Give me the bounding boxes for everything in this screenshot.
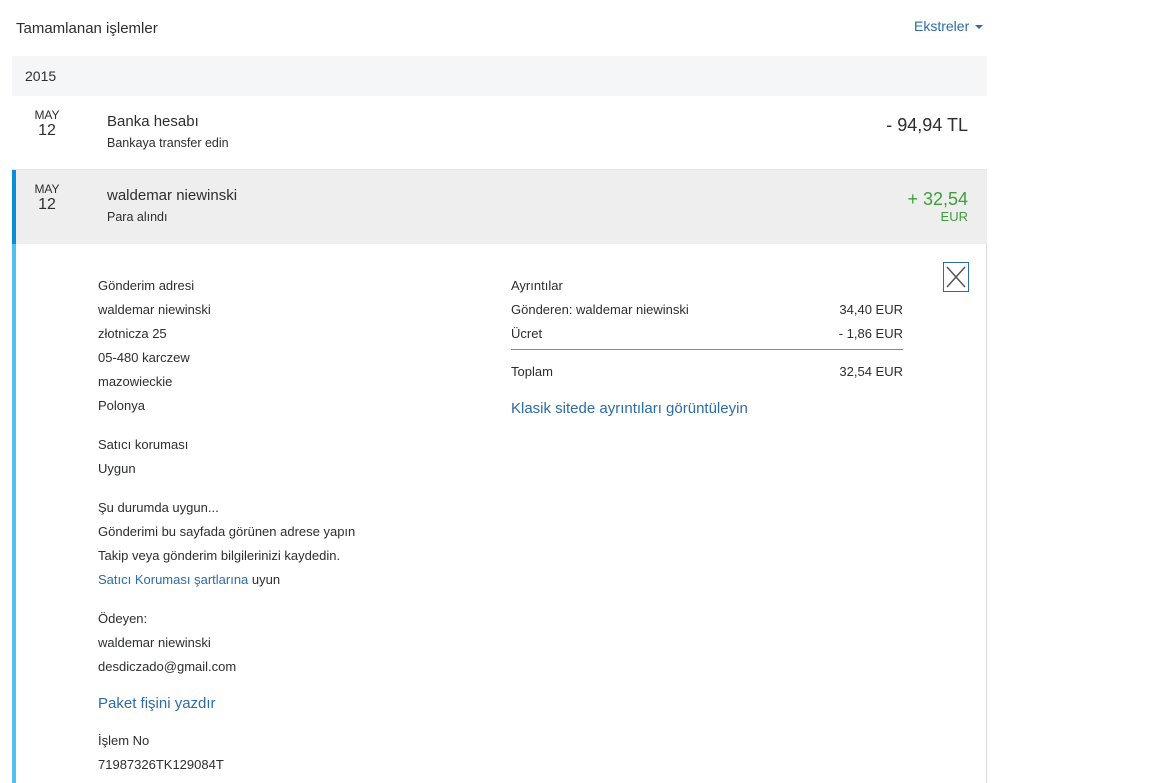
shipping-address-label: Gönderim adresi (98, 278, 195, 293)
close-icon (946, 266, 966, 288)
transaction-title: waldemar niewinski (107, 187, 238, 204)
seller-protection-terms-link[interactable]: Satıcı Koruması şartlarına (98, 572, 248, 587)
print-packing-slip-link[interactable]: Paket fişini yazdır (98, 692, 478, 716)
transaction-amount: + 32,54 (907, 189, 968, 209)
breakdown-total-label: Toplam (511, 364, 553, 379)
classic-site-details-link[interactable]: Klasik sitede ayrıntıları görüntüleyin (511, 400, 903, 417)
shipping-line: waldemar niewinski (98, 302, 211, 317)
transaction-subtitle: Para alındı (107, 210, 168, 224)
breakdown-title: Ayrıntılar (511, 278, 563, 293)
shipping-line: złotnicza 25 (98, 326, 167, 341)
breakdown-row-label: Ücret (511, 326, 543, 341)
year-label: 2015 (25, 68, 57, 84)
transaction-subtitle: Bankaya transfer edin (107, 136, 229, 150)
detail-right-column: Ayrıntılar Gönderen: waldemar niewinski … (511, 274, 903, 417)
transaction-row[interactable]: MAY 12 Banka hesabı Bankaya transfer edi… (12, 96, 987, 170)
page-title: Tamamlanan işlemler (16, 20, 158, 37)
payer-email-link[interactable]: desdiczado@gmail.com (98, 655, 478, 679)
transaction-row-selected[interactable]: MAY 12 waldemar niewinski Para alındı + … (12, 170, 987, 244)
transaction-month: MAY (34, 108, 60, 122)
transaction-month: MAY (34, 182, 60, 196)
transaction-id-label: İşlem No (98, 733, 150, 748)
eligible-terms: Satıcı Koruması şartlarına uyun (98, 568, 478, 592)
year-header: 2015 (12, 56, 987, 96)
statements-label: Ekstreler (914, 18, 970, 34)
breakdown-total-value: 32,54 EUR (839, 364, 903, 379)
statements-dropdown[interactable]: Ekstreler (914, 18, 984, 34)
seller-protection-label: Satıcı koruması (98, 437, 189, 452)
breakdown-row: Ücret - 1,86 EUR (511, 322, 903, 346)
eligible-line: Takip veya gönderim bilgilerinizi kayded… (98, 548, 341, 563)
transaction-amount: - 94,94 TL (886, 115, 968, 135)
breakdown-row-label: Gönderen: waldemar niewinski (511, 302, 689, 317)
transaction-date: MAY 12 (32, 182, 62, 214)
transaction-id-value: 71987326TK129084T (98, 757, 224, 772)
payer-name: waldemar niewinski (98, 635, 211, 650)
shipping-line: 05-480 karczew (98, 350, 190, 365)
breakdown-divider (511, 349, 903, 350)
breakdown-row-value: - 1,86 EUR (838, 326, 903, 341)
transaction-day: 12 (38, 196, 56, 213)
shipping-line: Polonya (98, 398, 145, 413)
shipping-line: mazowieckie (98, 374, 173, 389)
eligible-label: Şu durumda uygun... (98, 500, 219, 515)
payer-label: Ödeyen: (98, 611, 148, 626)
breakdown-row-value: 34,40 EUR (839, 302, 903, 317)
breakdown-row: Gönderen: waldemar niewinski 34,40 EUR (511, 298, 903, 322)
eligible-terms-suffix: uyun (248, 572, 281, 587)
eligible-line: Gönderimi bu sayfada görünen adrese yapı… (98, 524, 356, 539)
detail-left-column: Gönderim adresi waldemar niewinski złotn… (98, 274, 478, 777)
transaction-date: MAY 12 (32, 108, 62, 140)
transaction-day: 12 (38, 122, 56, 139)
transaction-currency: EUR (940, 209, 968, 224)
transaction-title: Banka hesabı (107, 113, 199, 130)
transaction-detail-panel: Gönderim adresi waldemar niewinski złotn… (12, 244, 987, 783)
caret-down-icon (975, 24, 984, 29)
breakdown-total-row: Toplam 32,54 EUR (511, 360, 903, 384)
close-detail-button[interactable] (943, 262, 969, 292)
seller-protection-value: Uygun (98, 461, 136, 476)
